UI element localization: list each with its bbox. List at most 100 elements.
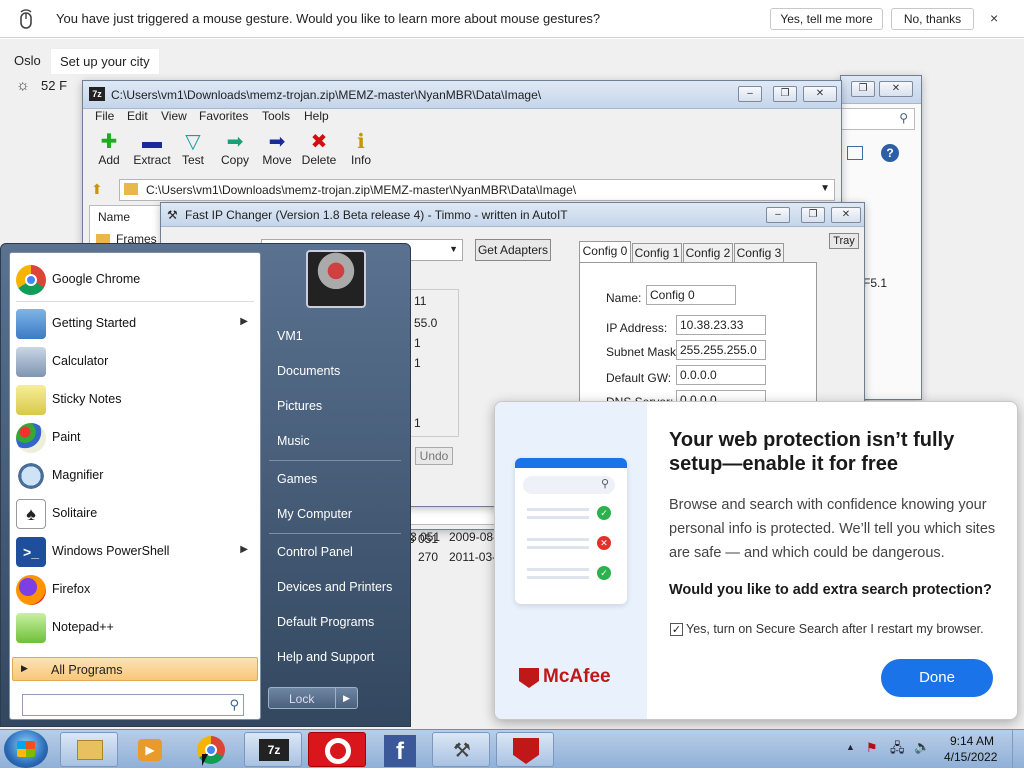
arrow-right-icon: ➡ [268, 131, 286, 153]
taskbar-explorer[interactable] [60, 732, 118, 767]
start-right-games[interactable]: Games [269, 465, 409, 493]
add-button[interactable]: ✚ Add [89, 131, 129, 167]
restore-button[interactable]: ❐ [801, 207, 825, 223]
minimize-button[interactable]: – [738, 86, 762, 102]
weather-temp: 52 F [41, 78, 68, 93]
program-solitaire[interactable]: ♠ Solitaire [10, 495, 260, 531]
undo-button[interactable]: Undo [415, 447, 453, 465]
taskbar-opera[interactable] [308, 732, 366, 767]
clock-date[interactable]: 4/15/2022 [944, 750, 997, 764]
delete-button[interactable]: ✖ Delete [299, 131, 339, 167]
menu-favorites[interactable]: Favorites [199, 109, 248, 123]
done-button[interactable]: Done [881, 659, 993, 697]
program-getting-started[interactable]: Getting Started ▶ [10, 305, 260, 341]
all-programs-button[interactable]: ▶ All Programs [12, 657, 258, 681]
program-firefox[interactable]: Firefox [10, 571, 260, 607]
tab-config-2[interactable]: Config 2 [683, 243, 733, 263]
bg-window-titlebar: ❐ ✕ [841, 76, 921, 104]
taskbar-facebook[interactable]: f [372, 732, 430, 767]
program-sticky-notes[interactable]: Sticky Notes [10, 381, 260, 417]
restore-button[interactable]: ❐ [851, 81, 875, 97]
bg-search-box[interactable]: ⚲ [841, 108, 915, 130]
chevron-right-icon[interactable]: ▶ [335, 688, 357, 708]
start-right-my-computer[interactable]: My Computer [269, 500, 409, 528]
start-right-music[interactable]: Music [269, 427, 409, 455]
network-icon[interactable]: 🖧 [890, 739, 905, 761]
default-gw-field[interactable]: 0.0.0.0 [676, 365, 766, 385]
tab-config-0[interactable]: Config 0 [579, 241, 631, 263]
chevron-down-icon[interactable]: ▼ [820, 183, 830, 194]
weather-city: Oslo [14, 53, 41, 68]
7zip-title: C:\Users\vm1\Downloads\memz-trojan.zip\M… [111, 88, 542, 102]
copy-button[interactable]: ➡ Copy [215, 131, 255, 167]
yes-tell-me-more-button[interactable]: Yes, tell me more [770, 8, 883, 30]
program-windows-powershell[interactable]: >_ Windows PowerShell ▶ [10, 533, 260, 569]
taskbar-ip-changer[interactable]: ⚒ [432, 732, 490, 767]
help-icon[interactable]: ? [881, 144, 899, 162]
show-desktop-button[interactable] [1012, 730, 1024, 768]
mcafee-body: Browse and search with confidence knowin… [669, 497, 996, 561]
taskbar-media-player[interactable]: ▶ [124, 732, 182, 767]
menu-help[interactable]: Help [304, 109, 329, 123]
taskbar: ▶ 7z f ⚒ ▲ ⚑ 🖧 🔈 9:14 AM 4/15/2022 [0, 729, 1024, 768]
lock-button[interactable]: Lock ▶ [268, 687, 358, 709]
facebook-icon: f [384, 735, 416, 767]
start-right-pictures[interactable]: Pictures [269, 392, 409, 420]
taskbar-mcafee[interactable] [496, 732, 554, 767]
menu-edit[interactable]: Edit [127, 109, 148, 123]
menu-tools[interactable]: Tools [262, 109, 290, 123]
menu-file[interactable]: File [95, 109, 114, 123]
close-notification-button[interactable]: × [990, 10, 998, 26]
chevron-right-icon: ▶ [240, 544, 248, 555]
config-name-field[interactable]: Config 0 [646, 285, 736, 305]
volume-icon[interactable]: 🔈 [914, 739, 930, 755]
check-icon: ▽ [185, 131, 201, 153]
user-avatar [306, 250, 366, 308]
taskbar-7zip[interactable]: 7z [244, 732, 302, 767]
up-folder-icon[interactable]: ⬆ [91, 181, 103, 198]
7zip-menubar: File Edit View Favorites Tools Help [83, 109, 841, 127]
info-button[interactable]: ℹ Info [341, 131, 381, 167]
minimize-button[interactable]: – [766, 207, 790, 223]
start-right-devices-printers[interactable]: Devices and Printers [269, 573, 409, 601]
restore-button[interactable]: ❐ [773, 86, 797, 102]
7zip-address-bar[interactable]: C:\Users\vm1\Downloads\memz-trojan.zip\M… [119, 179, 835, 201]
start-button[interactable] [4, 730, 48, 768]
program-magnifier[interactable]: Magnifier [10, 457, 260, 493]
start-right-default-programs[interactable]: Default Programs [269, 608, 409, 636]
start-right-vm1[interactable]: VM1 [269, 322, 409, 350]
program-google-chrome[interactable]: Google Chrome [10, 261, 260, 297]
get-adapters-button[interactable]: Get Adapters [475, 239, 551, 261]
program-paint[interactable]: Paint [10, 419, 260, 455]
clock-time[interactable]: 9:14 AM [950, 734, 994, 748]
set-up-city-tooltip[interactable]: Set up your city [50, 48, 160, 75]
close-button[interactable]: ✕ [879, 81, 913, 97]
show-hidden-icons[interactable]: ▲ [846, 742, 855, 752]
start-right-documents[interactable]: Documents [269, 357, 409, 385]
tab-config-3[interactable]: Config 3 [734, 243, 784, 263]
action-center-icon[interactable]: ⚑ [866, 740, 878, 756]
close-button[interactable]: ✕ [831, 207, 861, 223]
program-calculator[interactable]: Calculator [10, 343, 260, 379]
extract-button[interactable]: ▬ Extract [131, 131, 173, 167]
tray-button[interactable]: Tray [829, 233, 859, 249]
subnet-mask-field[interactable]: 255.255.255.0 [676, 340, 766, 360]
start-search-input[interactable]: ⚲ [22, 694, 244, 716]
ip-address-field[interactable]: 10.38.23.33 [676, 315, 766, 335]
divider [16, 301, 254, 302]
test-button[interactable]: ▽ Test [173, 131, 213, 167]
menu-view[interactable]: View [161, 109, 187, 123]
tab-config-1[interactable]: Config 1 [632, 243, 682, 263]
secure-search-checkbox[interactable]: ✓ [670, 623, 683, 636]
program-notepadpp[interactable]: Notepad++ [10, 609, 260, 645]
no-thanks-button[interactable]: No, thanks [891, 8, 974, 30]
browser-illustration: ⚲ ✓ ✕ ✓ [515, 458, 627, 604]
column-name-header[interactable]: Name [98, 210, 130, 224]
taskbar-chrome[interactable] [184, 732, 242, 767]
panel-icon[interactable] [847, 146, 863, 160]
move-button[interactable]: ➡ Move [257, 131, 297, 167]
close-button[interactable]: ✕ [803, 86, 837, 102]
start-right-control-panel[interactable]: Control Panel [269, 538, 409, 566]
start-right-help-support[interactable]: Help and Support [269, 643, 409, 671]
address-text: C:\Users\vm1\Downloads\memz-trojan.zip\M… [146, 183, 577, 197]
